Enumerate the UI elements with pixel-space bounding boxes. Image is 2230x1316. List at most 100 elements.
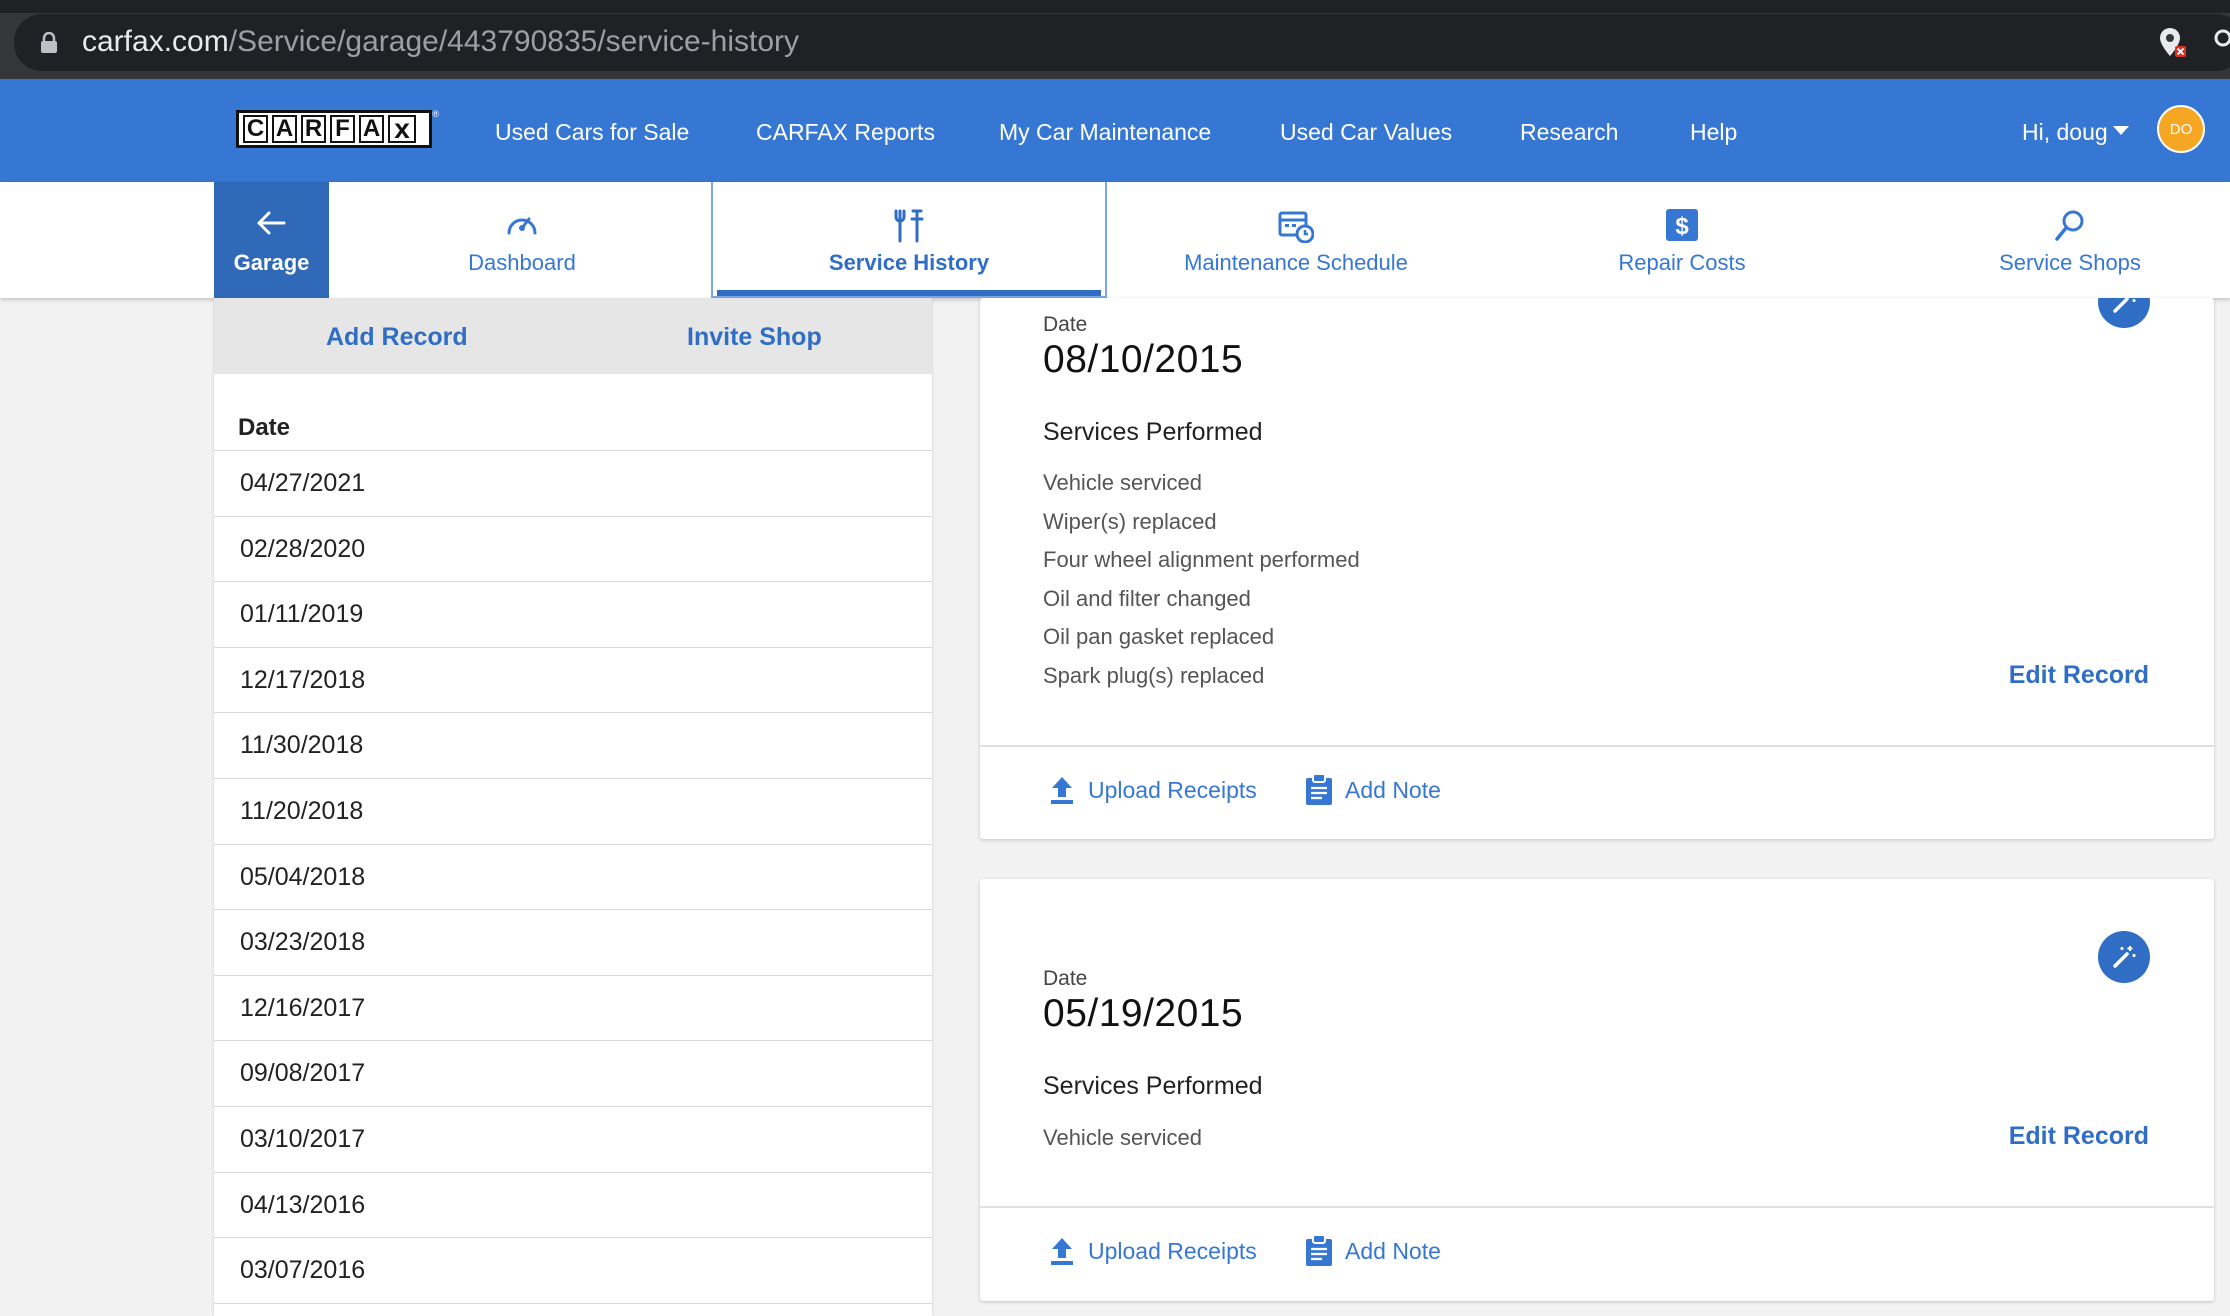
date-list-item[interactable]: 09/08/2017 — [214, 1041, 932, 1107]
site-header: C A R F A x ® Used Cars for Sale CARFAX … — [0, 79, 2230, 182]
tab-label: Dashboard — [468, 250, 576, 275]
date-list-item[interactable]: 04/13/2016 — [214, 1173, 932, 1239]
tab-repair-costs[interactable]: $ Repair Costs — [1562, 182, 1802, 298]
edit-record-button[interactable]: Edit Record — [2009, 661, 2149, 690]
dollar-icon: $ — [1666, 209, 1698, 241]
svg-text:$: $ — [1675, 213, 1689, 240]
date-list-item[interactable]: 05/04/2018 — [214, 845, 932, 911]
arrow-left-icon — [257, 211, 286, 235]
services-list: Vehicle serviced — [1043, 1119, 1202, 1158]
service-item: Vehicle serviced — [1043, 470, 1202, 495]
add-note-label: Add Note — [1345, 776, 1441, 803]
date-list-item[interactable]: 04/27/2021 — [214, 451, 932, 517]
service-item: Four wheel alignment performed — [1043, 547, 1360, 572]
url-path: /Service/garage/443790835/service-histor… — [228, 25, 800, 58]
upload-icon — [1051, 1238, 1073, 1265]
record-date-label: Date — [1043, 967, 1088, 990]
garage-back-button[interactable]: Garage — [214, 182, 329, 298]
search-icon — [2055, 210, 2084, 241]
nav-my-car-maintenance[interactable]: My Car Maintenance — [999, 118, 1211, 146]
magic-wand-icon — [2113, 298, 2136, 313]
clipboard-icon — [1306, 774, 1332, 805]
record-action-bar: Add Record Invite Shop — [214, 298, 932, 374]
browser-toolbar: carfax.com/Service/garage/443790835/serv… — [0, 0, 2230, 79]
date-list-item[interactable]: 01/11/2019 — [214, 582, 932, 648]
date-list-item[interactable]: 03/10/2017 — [214, 1107, 932, 1173]
service-record-card: Date 05/19/2015 Services Performed Vehic… — [980, 879, 2214, 1301]
tab-dashboard[interactable]: Dashboard — [412, 182, 632, 298]
tab-label: Maintenance Schedule — [1184, 250, 1408, 275]
record-date: 08/10/2015 — [1043, 338, 1244, 381]
tools-icon — [894, 209, 924, 243]
browser-tabstrip — [0, 0, 2230, 13]
tab-label: Repair Costs — [1618, 250, 1746, 275]
card-divider — [980, 1206, 2214, 1208]
add-note-button[interactable]: Add Note — [1305, 1235, 1441, 1267]
avatar[interactable]: DO — [2157, 105, 2205, 153]
location-blocked-icon[interactable] — [2158, 26, 2188, 60]
magic-wand-button[interactable] — [2098, 931, 2150, 983]
nav-used-car-values[interactable]: Used Car Values — [1280, 118, 1452, 146]
services-performed-title: Services Performed — [1043, 418, 1263, 446]
nav-research[interactable]: Research — [1520, 118, 1618, 146]
upload-receipts-button[interactable]: Upload Receipts — [1048, 775, 1257, 805]
add-note-button[interactable]: Add Note — [1305, 774, 1441, 806]
upload-receipts-label: Upload Receipts — [1088, 1237, 1257, 1264]
magic-wand-icon — [2113, 946, 2136, 968]
calendar-clock-icon — [1278, 211, 1314, 243]
date-list-item[interactable]: 03/07/2016 — [214, 1238, 932, 1304]
upload-receipts-button[interactable]: Upload Receipts — [1048, 1236, 1257, 1266]
carfax-logo[interactable]: C A R F A x ® — [236, 109, 439, 148]
tab-maintenance-schedule[interactable]: Maintenance Schedule — [1146, 182, 1446, 298]
user-greeting[interactable]: Hi, doug — [2022, 118, 2108, 146]
date-list-item[interactable]: 11/20/2018 — [214, 779, 932, 845]
tab-service-shops[interactable]: Service Shops — [1950, 182, 2190, 298]
logo-letter: F — [330, 115, 355, 143]
service-date-list: 04/27/2021 02/28/2020 01/11/2019 12/17/2… — [214, 450, 932, 1304]
services-performed-title: Services Performed — [1043, 1072, 1263, 1100]
tab-service-history[interactable]: Service History — [711, 182, 1107, 298]
upload-icon — [1051, 777, 1073, 804]
clipboard-icon — [1306, 1235, 1332, 1266]
service-item: Oil pan gasket replaced — [1043, 624, 1275, 649]
key-icon[interactable] — [2210, 26, 2230, 56]
date-list-item[interactable]: 11/30/2018 — [214, 713, 932, 779]
edit-record-button[interactable]: Edit Record — [2009, 1122, 2149, 1151]
logo-letter: C — [243, 115, 268, 143]
service-item: Vehicle serviced — [1043, 1125, 1202, 1150]
tab-label: Service History — [828, 250, 990, 275]
date-list-item[interactable]: 12/16/2017 — [214, 976, 932, 1042]
logo-letter: A — [359, 115, 384, 143]
date-list-item[interactable]: 12/17/2018 — [214, 648, 932, 714]
magic-wand-button[interactable] — [2098, 298, 2150, 328]
speedometer-icon — [507, 217, 537, 235]
add-note-label: Add Note — [1345, 1237, 1441, 1264]
lock-icon[interactable] — [38, 32, 60, 54]
logo-letter: A — [272, 115, 297, 143]
garage-label: Garage — [233, 250, 310, 275]
nav-help[interactable]: Help — [1690, 118, 1737, 146]
caret-down-icon[interactable] — [2113, 126, 2129, 135]
service-date-panel: Add Record Invite Shop Date 04/27/2021 0… — [214, 298, 932, 1316]
record-date-label: Date — [1043, 313, 1088, 336]
garage-subnav: Garage Dashboard Service History Mainten… — [0, 182, 2230, 298]
tab-label: Service Shops — [1999, 250, 2141, 275]
upload-receipts-label: Upload Receipts — [1088, 776, 1257, 803]
nav-carfax-reports[interactable]: CARFAX Reports — [756, 118, 935, 146]
service-item: Wiper(s) replaced — [1043, 508, 1217, 534]
nav-used-cars[interactable]: Used Cars for Sale — [495, 118, 689, 146]
services-list: Vehicle serviced Wiper(s) replaced Four … — [1043, 464, 1360, 695]
invite-shop-button[interactable]: Invite Shop — [687, 322, 822, 352]
service-item: Spark plug(s) replaced — [1043, 662, 1265, 688]
url-text[interactable]: carfax.com/Service/garage/443790835/serv… — [82, 24, 799, 60]
logo-letter: x — [388, 113, 416, 144]
card-divider — [980, 745, 2214, 747]
date-list-item[interactable]: 02/28/2020 — [214, 517, 932, 583]
active-tab-indicator — [717, 290, 1101, 296]
date-list-item[interactable]: 03/23/2018 — [214, 910, 932, 976]
trademark-mark: ® — [432, 109, 439, 119]
service-item: Oil and filter changed — [1043, 585, 1251, 611]
add-record-button[interactable]: Add Record — [326, 322, 468, 352]
logo-letter: R — [301, 115, 326, 143]
service-record-card: Date 08/10/2015 Services Performed Vehic… — [980, 298, 2214, 839]
